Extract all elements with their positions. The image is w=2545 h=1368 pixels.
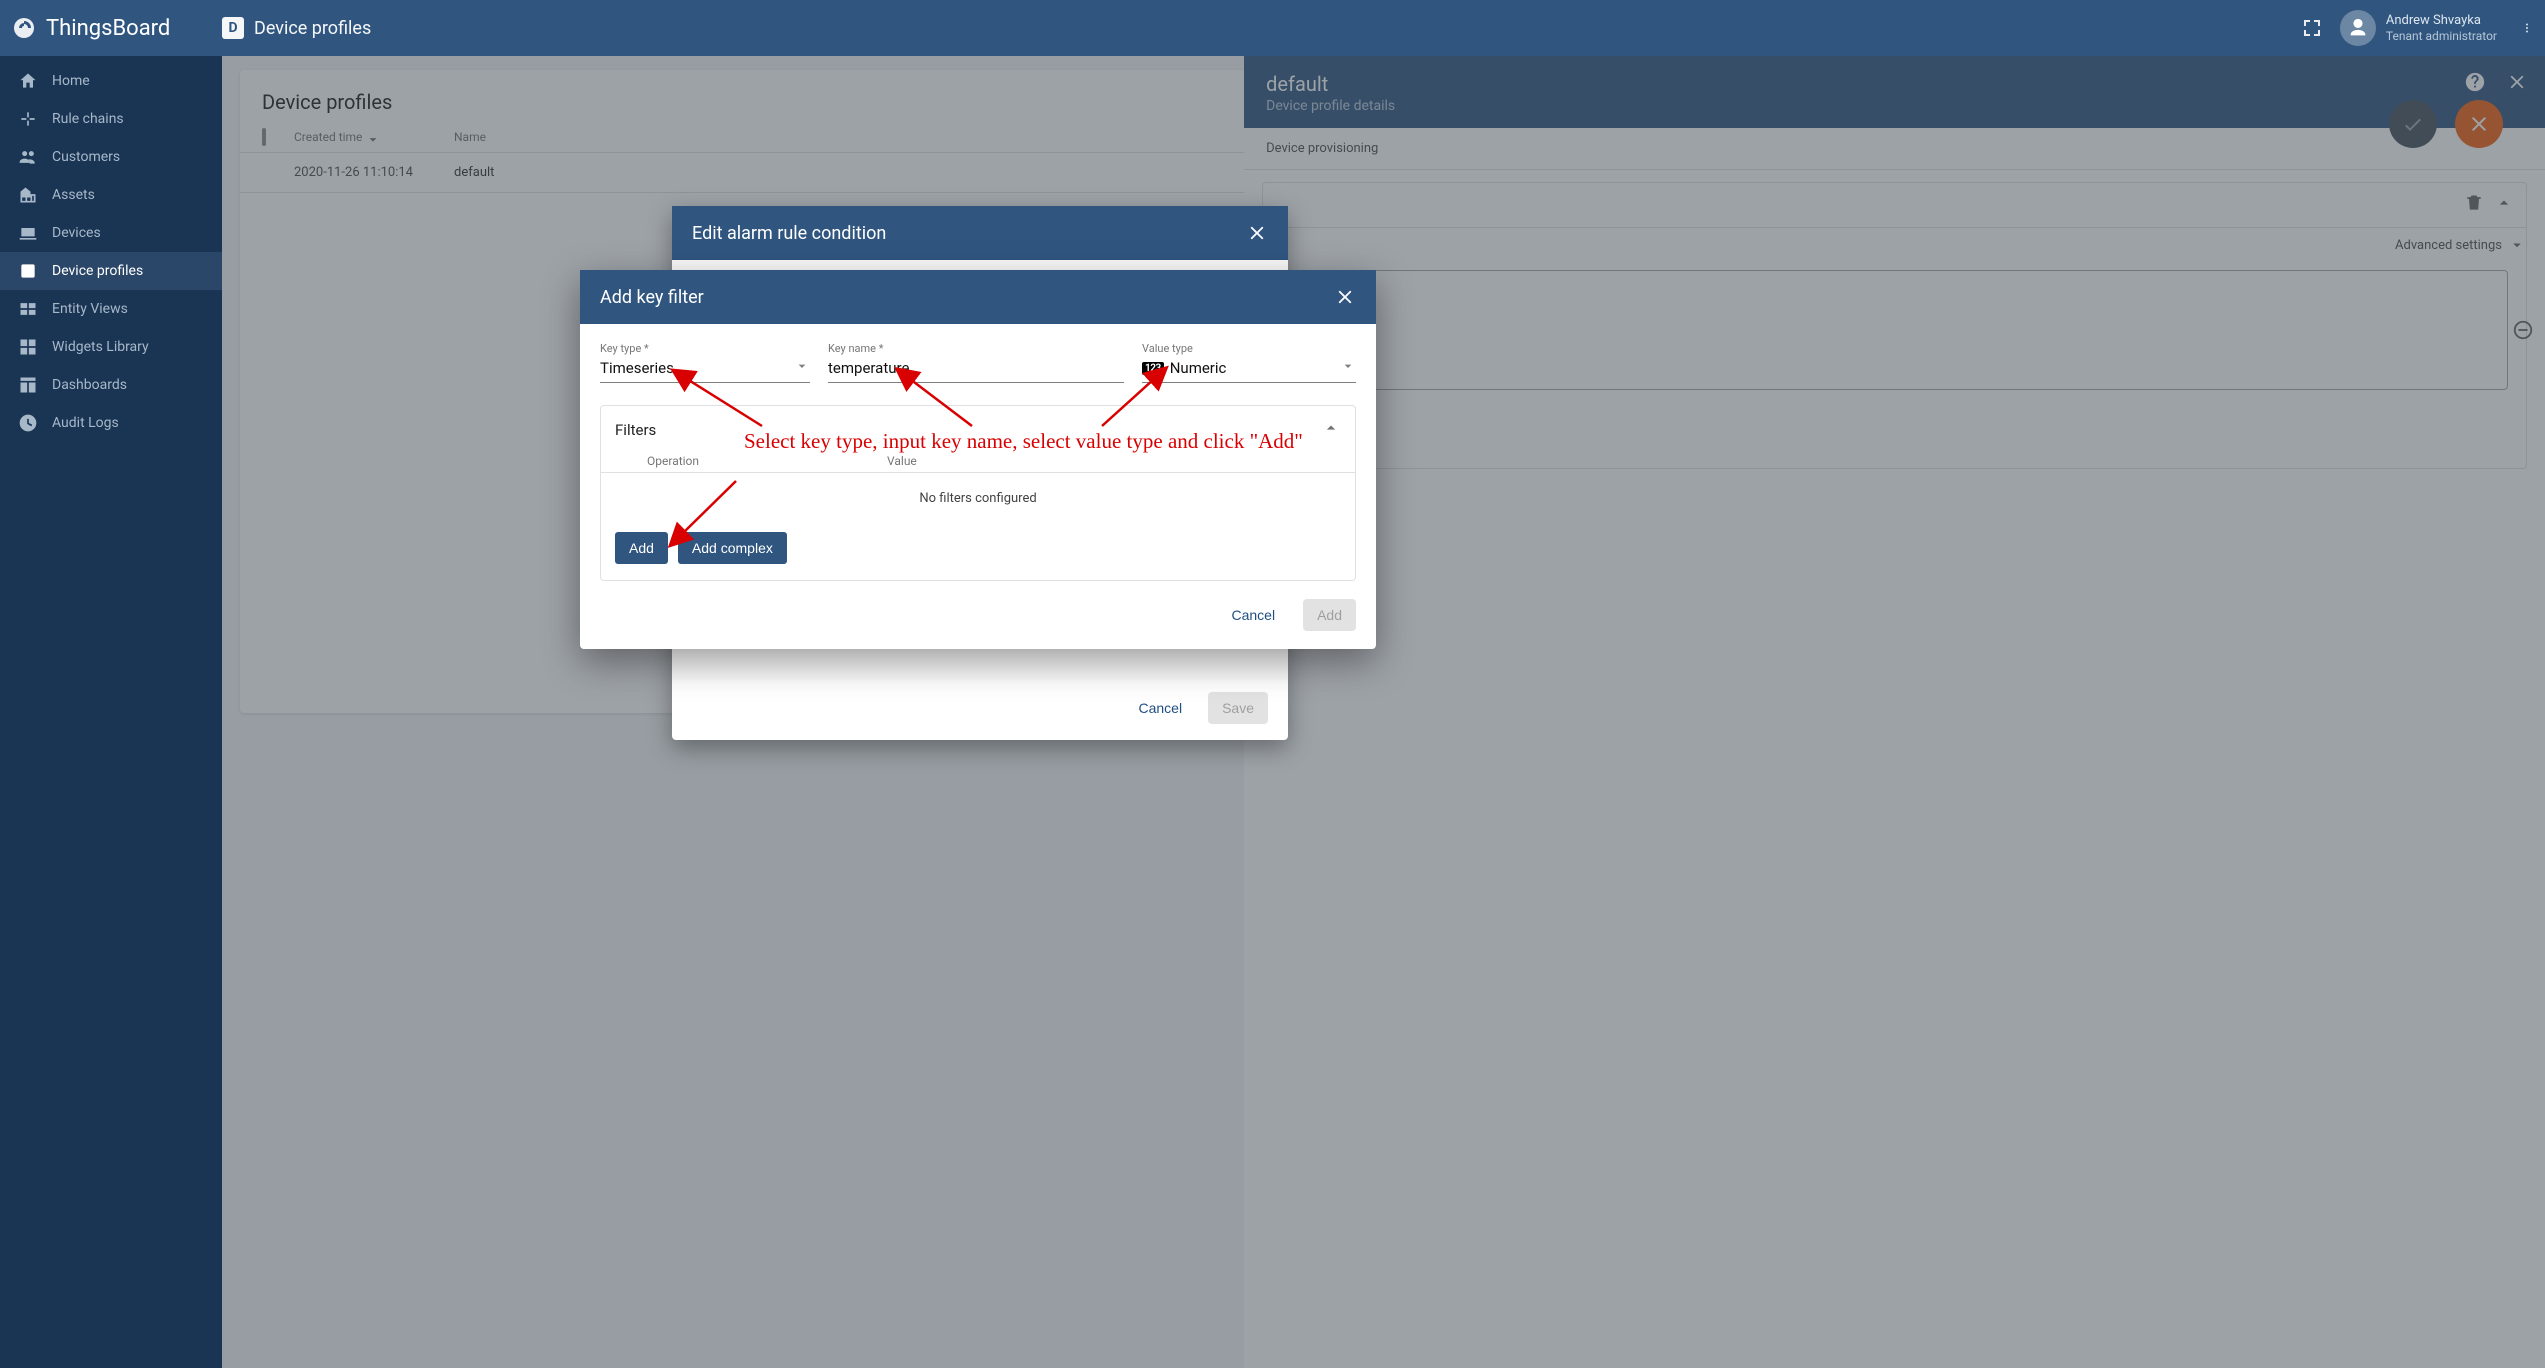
sidebar-item-label: Customers [52, 149, 120, 165]
filters-card: Filters Operation Value No filters confi… [600, 405, 1356, 581]
key-type-select[interactable]: Key type * Timeseries [600, 342, 810, 383]
numeric-badge-icon: 123 [1142, 362, 1164, 375]
filters-title: Filters [615, 421, 656, 439]
user-menu[interactable]: Andrew Shvayka Tenant administrator [2340, 10, 2497, 46]
value-type-select[interactable]: Value type 123 Numeric [1142, 342, 1356, 383]
breadcrumb-label: Device profiles [254, 18, 371, 39]
sidebar-item-home[interactable]: Home [0, 62, 222, 100]
rule-chains-icon [18, 109, 38, 129]
sidebar-item-label: Rule chains [52, 111, 124, 127]
sidebar-item-customers[interactable]: Customers [0, 138, 222, 176]
dialog-title: Edit alarm rule condition [692, 223, 886, 244]
device-profiles-icon: D [222, 17, 244, 39]
device-profiles-icon [18, 261, 38, 281]
key-filter-fields: Key type * Timeseries Key name * tempera… [580, 324, 1376, 391]
close-icon[interactable] [1246, 222, 1268, 244]
sidebar-item-label: Devices [52, 225, 101, 241]
entity-views-icon [18, 299, 38, 319]
close-icon[interactable] [1334, 286, 1356, 308]
dropdown-icon [1340, 358, 1356, 378]
customers-icon [18, 147, 38, 167]
cancel-button[interactable]: Cancel [1217, 599, 1289, 631]
sidebar: Home Rule chains Customers Assets Device… [0, 56, 222, 1368]
top-actions: Andrew Shvayka Tenant administrator [2300, 10, 2533, 46]
cancel-button[interactable]: Cancel [1124, 692, 1196, 724]
add-key-filter-dialog: Add key filter Key type * Timeseries [580, 270, 1376, 649]
brand-name: ThingsBoard [46, 16, 170, 41]
key-type-label: Key type * [600, 342, 810, 355]
dialog-title: Add key filter [600, 287, 704, 308]
value-type-label: Value type [1142, 342, 1356, 355]
sidebar-item-audit-logs[interactable]: Audit Logs [0, 404, 222, 442]
breadcrumb[interactable]: D Device profiles [222, 17, 371, 39]
key-name-label: Key name * [828, 342, 1124, 355]
top-bar: ThingsBoard D Device profiles Andrew Shv… [0, 0, 2545, 56]
sidebar-item-label: Widgets Library [52, 339, 149, 355]
sidebar-item-label: Device profiles [52, 263, 143, 279]
col-operation: Operation [647, 454, 887, 468]
modal-backdrop [222, 56, 2545, 1368]
widgets-icon [18, 337, 38, 357]
sidebar-item-label: Home [52, 73, 90, 89]
brand: ThingsBoard [12, 16, 222, 41]
dialog-header: Add key filter [580, 270, 1376, 324]
filters-columns: Operation Value [601, 450, 1355, 473]
sidebar-item-rule-chains[interactable]: Rule chains [0, 100, 222, 138]
home-icon [18, 71, 38, 91]
sidebar-item-devices[interactable]: Devices [0, 214, 222, 252]
user-name: Andrew Shvayka [2386, 13, 2497, 29]
devices-icon [18, 223, 38, 243]
brand-logo-icon [12, 16, 36, 40]
sidebar-item-label: Entity Views [52, 301, 128, 317]
add-filter-button[interactable]: Add [615, 532, 668, 564]
key-name-input[interactable]: Key name * temperature [828, 342, 1124, 383]
dialog-header: Edit alarm rule condition [672, 206, 1288, 260]
col-value: Value [887, 454, 1309, 468]
user-role: Tenant administrator [2386, 29, 2497, 43]
filters-empty: No filters configured [601, 473, 1355, 524]
sidebar-item-assets[interactable]: Assets [0, 176, 222, 214]
sidebar-item-label: Assets [52, 187, 95, 203]
main: Device profiles Created time Name 2020-1… [222, 56, 2545, 1368]
dashboards-icon [18, 375, 38, 395]
add-complex-button[interactable]: Add complex [678, 532, 787, 564]
key-type-value: Timeseries [600, 359, 674, 377]
value-type-value: Numeric [1170, 359, 1227, 377]
key-name-value: temperature [828, 359, 909, 377]
overflow-menu-icon[interactable] [2513, 19, 2533, 37]
audit-logs-icon [18, 413, 38, 433]
avatar [2340, 10, 2376, 46]
dropdown-icon [794, 358, 810, 378]
user-text: Andrew Shvayka Tenant administrator [2386, 13, 2497, 43]
save-button[interactable]: Save [1208, 692, 1268, 724]
add-button[interactable]: Add [1303, 599, 1356, 631]
assets-icon [18, 185, 38, 205]
sidebar-item-label: Audit Logs [52, 415, 119, 431]
fullscreen-icon[interactable] [2300, 16, 2324, 40]
sidebar-item-widgets-library[interactable]: Widgets Library [0, 328, 222, 366]
sidebar-item-dashboards[interactable]: Dashboards [0, 366, 222, 404]
sidebar-item-entity-views[interactable]: Entity Views [0, 290, 222, 328]
collapse-icon[interactable] [1321, 418, 1341, 442]
sidebar-item-label: Dashboards [52, 377, 127, 393]
sidebar-item-device-profiles[interactable]: Device profiles [0, 252, 222, 290]
